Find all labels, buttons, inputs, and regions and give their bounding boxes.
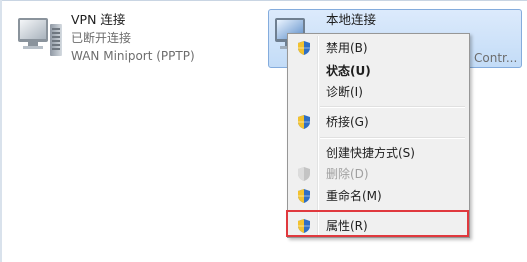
connection-status: 已断开连接 bbox=[71, 31, 132, 45]
menu-item-diagnose[interactable]: 诊断(I) bbox=[290, 81, 467, 103]
connection-local-text: 本地连接 bbox=[326, 11, 376, 29]
connection-name: VPN 连接 bbox=[71, 12, 126, 27]
menu-item-rename[interactable]: 重命名(M) bbox=[290, 185, 467, 207]
connection-vpn-text: VPN 连接 已断开连接 WAN Miniport (PPTP) bbox=[71, 11, 195, 65]
menu-item-label: 创建快捷方式(S) bbox=[326, 146, 415, 160]
connection-device: Contr... bbox=[474, 51, 518, 65]
menu-item-delete[interactable]: 删除(D) bbox=[290, 163, 467, 185]
menu-item-label: 诊断(I) bbox=[326, 85, 363, 99]
menu-separator bbox=[320, 137, 465, 139]
connection-vpn[interactable]: VPN 连接 已断开连接 WAN Miniport (PPTP) bbox=[14, 10, 264, 70]
menu-item-status[interactable]: 状态(U) bbox=[290, 60, 467, 82]
window-top-border bbox=[0, 0, 527, 1]
connection-name: 本地连接 bbox=[326, 12, 377, 27]
menu-item-create-shortcut[interactable]: 创建快捷方式(S) bbox=[290, 142, 467, 164]
uac-shield-icon bbox=[296, 114, 312, 130]
uac-shield-icon bbox=[296, 166, 312, 182]
uac-shield-icon bbox=[296, 40, 312, 56]
menu-item-bridge[interactable]: 桥接(G) bbox=[290, 111, 467, 133]
highlight-box bbox=[286, 210, 469, 237]
menu-item-label: 桥接(G) bbox=[326, 115, 369, 129]
menu-item-disable[interactable]: 禁用(B) bbox=[290, 37, 467, 59]
uac-shield-icon bbox=[296, 188, 312, 204]
network-computer-icon bbox=[14, 12, 66, 66]
connection-device: WAN Miniport (PPTP) bbox=[71, 49, 195, 63]
menu-separator bbox=[320, 106, 465, 108]
menu-item-label: 重命名(M) bbox=[326, 189, 382, 203]
menu-item-label: 禁用(B) bbox=[326, 41, 368, 55]
menu-item-label: 删除(D) bbox=[326, 167, 369, 181]
menu-item-label: 状态(U) bbox=[326, 64, 371, 78]
window-left-edge bbox=[0, 0, 2, 262]
context-menu: 禁用(B) 状态(U) 诊断(I) 桥接(G) 创建快捷方式(S) 删除(D) … bbox=[287, 33, 470, 238]
